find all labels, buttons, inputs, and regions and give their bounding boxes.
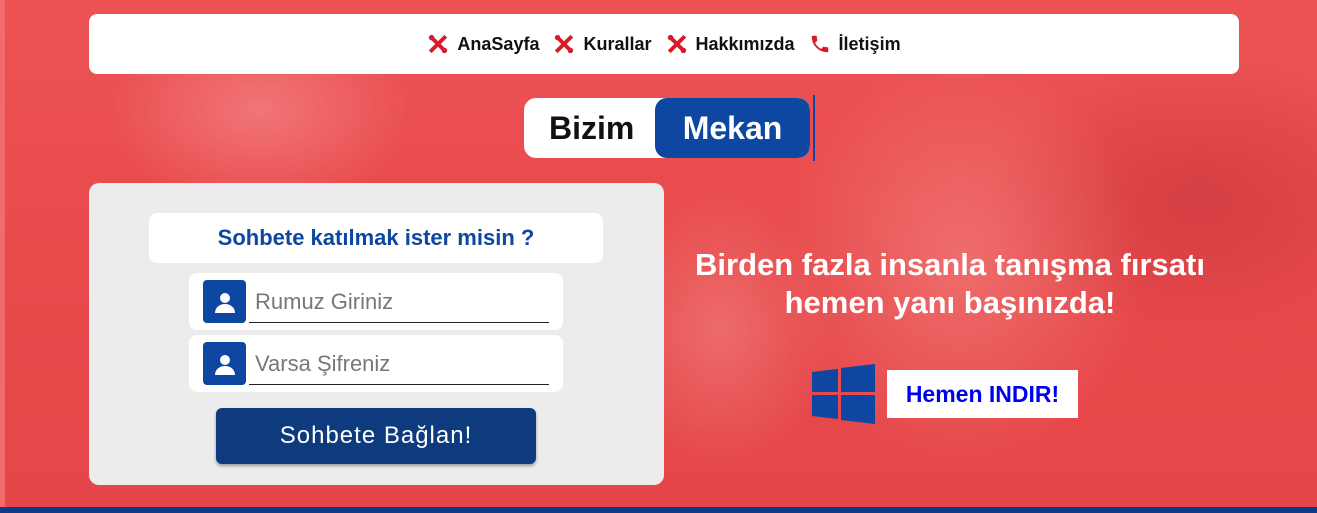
nickname-field: [189, 273, 563, 330]
phone-icon: [809, 33, 831, 55]
nav-label: İletişim: [838, 33, 901, 54]
bottom-bar: [0, 507, 1317, 513]
promo-line-2: hemen yanı başınızda!: [784, 285, 1116, 320]
top-navigation: AnaSayfa Kurallar Hakkımızda İletişim: [89, 14, 1239, 74]
promo-tagline: Birden fazla insanla tanışma fırsatı hem…: [660, 246, 1240, 322]
nav-item-hakkimizda[interactable]: Hakkımızda: [666, 33, 795, 55]
tools-icon: [427, 33, 449, 55]
site-logo[interactable]: Bizim Mekan: [524, 98, 810, 158]
connect-button[interactable]: Sohbete Bağlan!: [216, 408, 536, 464]
nav-item-iletisim[interactable]: İletişim: [809, 33, 901, 55]
login-title: Sohbete katılmak ister misin ?: [149, 213, 603, 263]
nav-label: AnaSayfa: [457, 33, 540, 54]
left-edge-strip: [0, 0, 5, 513]
nav-item-kurallar[interactable]: Kurallar: [553, 33, 652, 55]
logo-divider: [813, 95, 815, 161]
logo-text-bizim: Bizim: [549, 109, 635, 146]
promo-line-1: Birden fazla insanla tanışma fırsatı: [695, 247, 1205, 282]
logo-text-mekan: Mekan: [655, 98, 810, 158]
windows-icon: [812, 364, 875, 424]
nav-label: Hakkımızda: [695, 33, 795, 54]
tools-icon: [553, 33, 575, 55]
tools-icon: [666, 33, 688, 55]
download-label: Hemen INDIR!: [887, 370, 1078, 418]
nav-label: Kurallar: [583, 33, 652, 54]
login-panel: Sohbete katılmak ister misin ? Sohbete B…: [89, 183, 664, 485]
password-input[interactable]: [249, 343, 549, 385]
user-icon: [203, 280, 246, 323]
nickname-input[interactable]: [249, 281, 549, 323]
user-icon: [203, 342, 246, 385]
password-field: [189, 335, 563, 392]
nav-item-anasayfa[interactable]: AnaSayfa: [427, 33, 539, 55]
download-button[interactable]: Hemen INDIR!: [812, 364, 1078, 424]
